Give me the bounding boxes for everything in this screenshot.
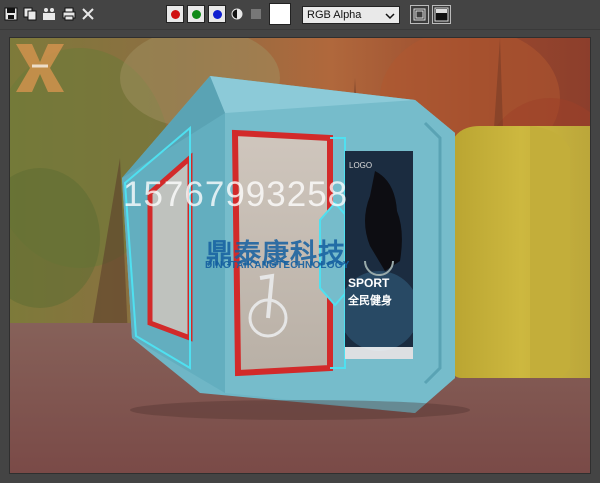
poster-title-en: SPORT — [348, 276, 390, 290]
blue-channel-button[interactable] — [208, 5, 226, 23]
advertising-poster: LOGO SPORT 全民健身 — [345, 151, 413, 359]
copy-icon[interactable] — [22, 6, 38, 22]
alpha-toggle-icon[interactable] — [248, 6, 264, 22]
toolbar: RGB Alpha — [0, 0, 600, 30]
chevron-down-icon — [385, 10, 395, 20]
clone-icon[interactable] — [41, 6, 57, 22]
red-channel-button[interactable] — [166, 5, 184, 23]
red-channel-icon — [170, 9, 180, 19]
print-icon[interactable] — [61, 6, 77, 22]
save-icon[interactable] — [3, 6, 19, 22]
clone-view-button[interactable] — [410, 5, 429, 24]
channel-select[interactable]: RGB Alpha — [302, 6, 400, 24]
rendered-scene — [10, 38, 590, 473]
render-viewport[interactable]: LOGO SPORT 全民健身 15767993258 鼎泰康科技 DINGTA… — [9, 37, 591, 474]
poster-logo-text: LOGO — [349, 161, 373, 170]
blue-channel-icon — [212, 9, 222, 19]
channel-select-value: RGB Alpha — [307, 9, 362, 21]
image-viewer-window: RGB Alpha LOGO SPORT 全民健身 15767993258 鼎泰… — [0, 0, 600, 483]
green-channel-icon — [191, 9, 201, 19]
close-icon[interactable] — [80, 6, 96, 22]
poster-title-cn: 全民健身 — [348, 294, 392, 307]
display-mode-button[interactable] — [432, 5, 451, 24]
poster-image — [345, 151, 413, 359]
green-channel-button[interactable] — [187, 5, 205, 23]
color-swatch[interactable] — [269, 3, 291, 25]
mono-toggle-icon[interactable] — [229, 6, 245, 22]
